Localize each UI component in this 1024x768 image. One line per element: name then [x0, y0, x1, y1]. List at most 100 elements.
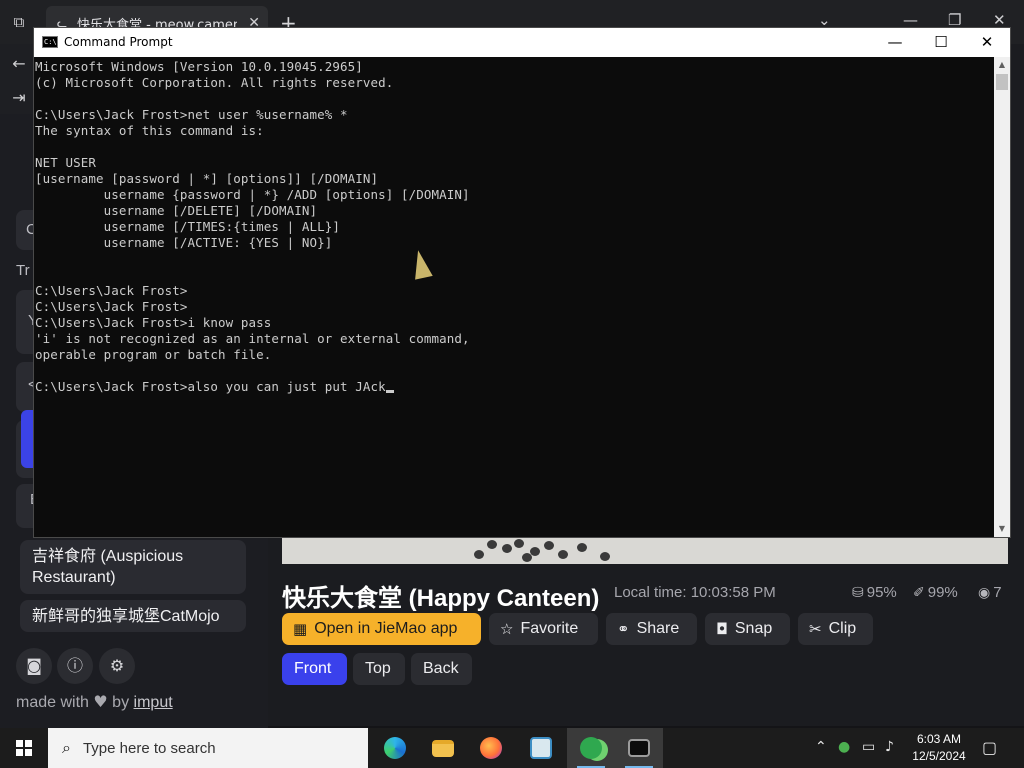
console-line: (c) Microsoft Corporation. All rights re…: [35, 75, 394, 90]
broom-icon: ✐: [913, 585, 925, 601]
food-level-stat: ⛁ 95%: [852, 584, 897, 601]
cmd-titlebar[interactable]: C:\ Command Prompt — ☐ ✕: [34, 28, 1010, 57]
favorite-button[interactable]: ☆ Favorite: [489, 613, 598, 645]
made-with-by: by: [112, 694, 130, 711]
firefox-icon[interactable]: [467, 728, 515, 768]
console-line: username {password | *} /ADD [options] […: [35, 187, 470, 202]
link-icon: ⚭: [617, 620, 630, 638]
view-front-button[interactable]: Front: [282, 653, 347, 685]
snap-button[interactable]: ◘ Snap: [705, 613, 790, 645]
notepad-icon[interactable]: [517, 728, 565, 768]
sidebar-item-auspicious-restaurant[interactable]: 吉祥食府 (Auspicious Restaurant): [20, 540, 246, 594]
heart-icon: ♥: [93, 692, 108, 711]
file-explorer-icon[interactable]: [419, 728, 467, 768]
open-in-app-button[interactable]: ▦ Open in JieMao app: [282, 613, 481, 645]
start-button[interactable]: [0, 728, 48, 768]
made-with-prefix: made with: [16, 694, 89, 711]
console-line: [username [password | *] [options]] [/DO…: [35, 171, 379, 186]
console-line: C:\Users\Jack Frost>also you can just pu…: [35, 379, 994, 395]
sidebar-item-catmojo[interactable]: 新鲜哥的独享城堡CatMojo: [20, 600, 246, 632]
kibble: [522, 553, 532, 562]
console-line: operable program or batch file.: [35, 347, 272, 362]
taskbar-search[interactable]: ⌕ Type here to search: [48, 728, 368, 768]
scroll-thumb[interactable]: [996, 74, 1008, 90]
console-line: C:\Users\Jack Frost>i know pass: [35, 315, 272, 330]
search-placeholder: Type here to search: [82, 739, 216, 757]
star-icon: ☆: [500, 620, 514, 638]
console-line: username [/DELETE] [/DOMAIN]: [35, 203, 318, 218]
share-button[interactable]: ⚭ Share: [606, 613, 697, 645]
network-icon[interactable]: ▭: [862, 739, 875, 755]
view-back-button[interactable]: Back: [411, 653, 472, 685]
kibble: [502, 544, 512, 553]
sidebar-section-label: Tr: [16, 262, 30, 279]
scroll-down-icon[interactable]: ▼: [994, 521, 1010, 537]
kibble: [487, 540, 497, 549]
text-cursor: [385, 390, 394, 393]
windows-logo-icon: [16, 740, 32, 756]
kibble: [558, 550, 568, 559]
discord-icon[interactable]: ◙: [16, 648, 52, 684]
camera-feed[interactable]: [282, 538, 1008, 564]
tab-actions-icon[interactable]: ⧉: [10, 13, 28, 31]
qr-code-icon: ▦: [293, 620, 308, 638]
clock[interactable]: 6:03 AM 12/5/2024: [906, 731, 972, 765]
people-app-icon[interactable]: [567, 728, 615, 768]
notifications-icon[interactable]: ▢: [982, 738, 997, 757]
console-line: username [/ACTIVE: {YES | NO}]: [35, 235, 333, 250]
tray-overflow-chevron-icon[interactable]: ⌃: [815, 739, 827, 755]
volume-icon[interactable]: ♪: [885, 739, 894, 755]
info-icon[interactable]: ⓘ: [57, 648, 93, 684]
clock-time: 6:03 AM: [916, 732, 962, 746]
kibble: [474, 550, 484, 559]
clip-button[interactable]: ✂ Clip: [798, 613, 873, 645]
imput-link[interactable]: imput: [134, 694, 173, 711]
console-line: NET USER: [35, 155, 97, 170]
console-line: username [/TIMES:{times | ALL}]: [35, 219, 341, 234]
command-prompt-icon[interactable]: [615, 728, 663, 768]
local-time: Local time: 10:03:58 PM: [614, 584, 776, 601]
cmd-scrollbar[interactable]: ▲ ▼: [994, 57, 1010, 537]
tray-app-icon[interactable]: ●: [838, 739, 850, 755]
sign-in-icon[interactable]: ⇥: [10, 88, 28, 107]
kibble: [514, 539, 524, 548]
cmd-minimize-button[interactable]: —: [872, 28, 918, 57]
gear-icon[interactable]: ⚙: [99, 648, 135, 684]
console-line: C:\Users\Jack Frost>: [35, 299, 188, 314]
cmd-window-title: Command Prompt: [64, 35, 173, 49]
browser-nav: ← ⇥: [0, 44, 36, 114]
viewers-stat: ◉ 7: [978, 584, 1002, 601]
command-prompt-window[interactable]: C:\ Command Prompt — ☐ ✕ Microsoft Windo…: [33, 27, 1011, 538]
cmd-app-icon: C:\: [42, 36, 58, 48]
edge-icon[interactable]: [371, 728, 419, 768]
cmd-maximize-button[interactable]: ☐: [918, 28, 964, 57]
clock-date: 12/5/2024: [912, 749, 966, 763]
console-line: C:\Users\Jack Frost>net user %username% …: [35, 107, 348, 122]
console-line: 'i' is not recognized as an internal or …: [35, 331, 470, 346]
kibble: [577, 543, 587, 552]
cleanliness-stat: ✐ 99%: [913, 584, 958, 601]
search-icon: ⌕: [62, 738, 71, 757]
kibble: [544, 541, 554, 550]
eye-icon: ◉: [978, 585, 991, 601]
back-arrow-icon[interactable]: ←: [10, 54, 28, 73]
cmd-close-button[interactable]: ✕: [964, 28, 1010, 57]
kibble: [600, 552, 610, 561]
scissors-icon: ✂: [809, 620, 822, 638]
cmd-console-output[interactable]: Microsoft Windows [Version 10.0.19045.29…: [34, 57, 994, 537]
camera-title: 快乐大食堂 (Happy Canteen): [282, 585, 600, 612]
console-line: Microsoft Windows [Version 10.0.19045.29…: [35, 59, 363, 74]
console-line: C:\Users\Jack Frost>: [35, 283, 188, 298]
made-with-credit: made with ♥ by imput: [16, 692, 173, 712]
taskbar: ⌕ Type here to search ⌃ ● ▭ ♪ 6:03 AM 12…: [0, 728, 1024, 768]
console-line: The syntax of this command is:: [35, 123, 264, 138]
view-top-button[interactable]: Top: [353, 653, 405, 685]
camera-icon: ◘: [716, 620, 728, 638]
scroll-up-icon[interactable]: ▲: [994, 57, 1010, 73]
food-bowl-icon: ⛁: [852, 585, 864, 601]
